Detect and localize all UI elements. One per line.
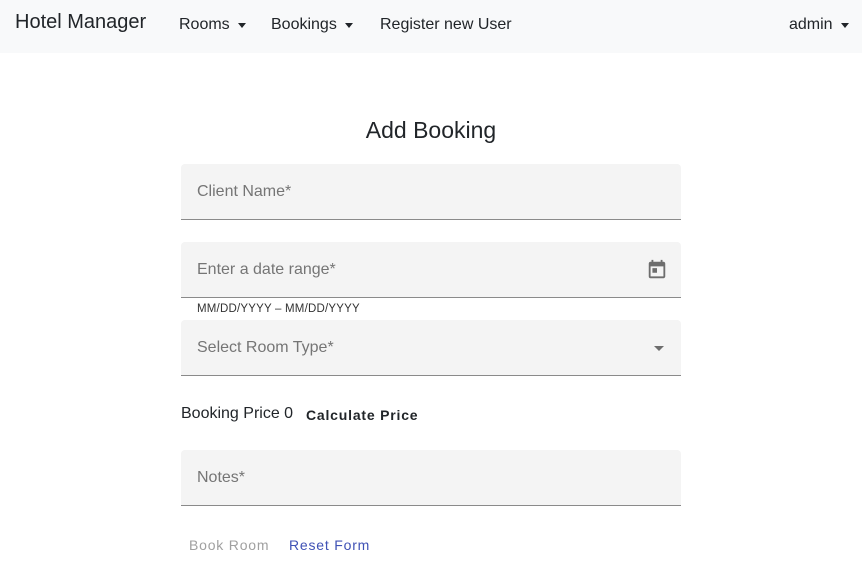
arrow-drop-down-icon[interactable] xyxy=(654,346,664,351)
brand-link[interactable]: Hotel Manager xyxy=(15,11,146,34)
client-name-placeholder: Client Name* xyxy=(197,183,292,200)
page-title: Add Booking xyxy=(365,117,497,143)
bookings-label: Bookings xyxy=(271,16,337,33)
notes-field[interactable]: Notes* xyxy=(181,450,681,506)
date-format-hint: MM/DD/YYYY – MM/DD/YYYY xyxy=(197,303,360,315)
caret-down-icon xyxy=(344,22,353,28)
calculate-price-button[interactable]: Calculate Price xyxy=(306,407,418,423)
caret-down-icon xyxy=(237,22,246,28)
book-room-button[interactable]: Book Room xyxy=(189,537,269,553)
user-name: admin xyxy=(789,16,833,33)
reset-form-button[interactable]: Reset Form xyxy=(289,537,370,553)
booking-price-value: 0 xyxy=(284,405,294,422)
caret-down-icon xyxy=(840,22,849,28)
rooms-dropdown[interactable]: Rooms xyxy=(179,16,246,34)
rooms-label: Rooms xyxy=(179,16,230,33)
booking-price-label: Booking Price xyxy=(181,405,280,422)
booking-price: Booking Price 0 xyxy=(181,405,293,423)
user-menu-dropdown[interactable]: admin xyxy=(789,16,849,34)
bookings-dropdown[interactable]: Bookings xyxy=(271,16,353,34)
notes-placeholder: Notes* xyxy=(197,469,246,486)
top-navbar: Hotel Manager Rooms Bookings Register ne… xyxy=(0,0,862,53)
register-user-link[interactable]: Register new User xyxy=(380,16,512,34)
client-name-field[interactable]: Client Name* xyxy=(181,164,681,220)
date-range-field[interactable]: Enter a date range* xyxy=(181,242,681,298)
room-type-placeholder: Select Room Type* xyxy=(197,339,334,356)
calendar-icon[interactable] xyxy=(646,259,668,281)
room-type-select[interactable]: Select Room Type* xyxy=(181,320,681,376)
date-range-placeholder: Enter a date range* xyxy=(197,261,336,278)
